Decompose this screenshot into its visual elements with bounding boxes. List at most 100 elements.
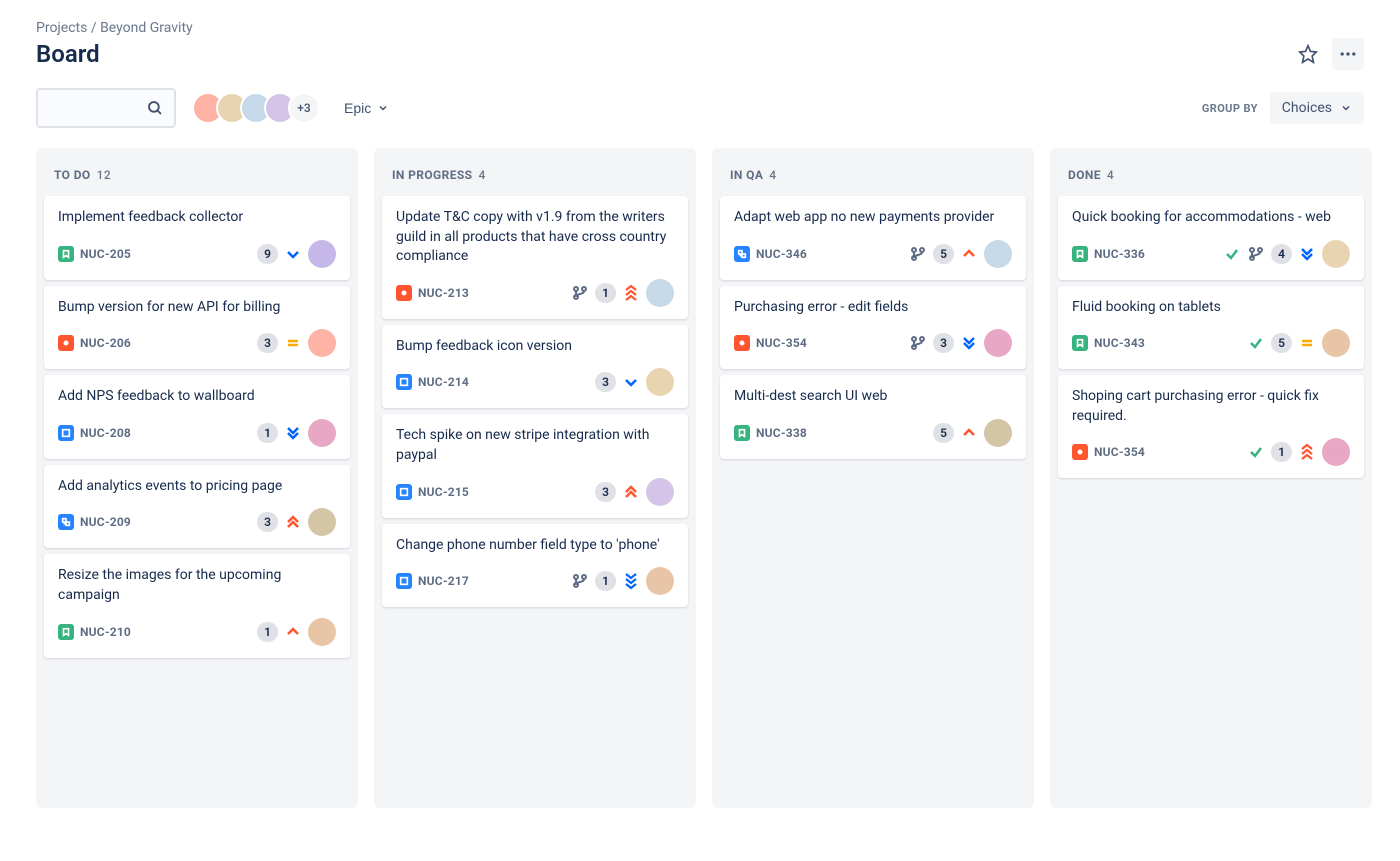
issue-card[interactable]: Bump version for new API for billing NUC… <box>44 286 350 370</box>
assignee-avatar[interactable] <box>1322 329 1350 357</box>
assignee-avatar[interactable] <box>984 240 1012 268</box>
issue-card[interactable]: Implement feedback collector NUC-205 9 <box>44 196 350 280</box>
star-icon <box>1298 44 1318 64</box>
issue-card[interactable]: Adapt web app no new payments provider N… <box>720 196 1026 280</box>
issue-type-story-icon <box>1072 246 1088 262</box>
issue-type-task-icon <box>396 573 412 589</box>
assignee-avatar[interactable] <box>308 240 336 268</box>
board-column: DONE 4 Quick booking for accommodations -… <box>1050 148 1372 808</box>
branch-icon <box>1247 245 1265 263</box>
column-name: TO DO <box>54 168 91 182</box>
card-title: Add NPS feedback to wallboard <box>58 387 336 407</box>
assignee-avatar[interactable] <box>308 419 336 447</box>
card-title: Shoping cart purchasing error - quick fi… <box>1072 387 1350 426</box>
column-count: 4 <box>769 168 776 182</box>
issue-type-subtask-icon <box>734 246 750 262</box>
issue-card[interactable]: Purchasing error - edit fields NUC-354 3 <box>720 286 1026 370</box>
issue-key: NUC-214 <box>418 375 469 389</box>
column-count: 4 <box>1107 168 1114 182</box>
issue-card[interactable]: Bump feedback icon version NUC-214 3 <box>382 325 688 409</box>
issue-key: NUC-354 <box>1094 445 1145 459</box>
story-points-badge: 5 <box>933 423 954 443</box>
issue-type-task-icon <box>396 374 412 390</box>
issue-key: NUC-213 <box>418 286 469 300</box>
check-icon <box>1247 334 1265 352</box>
issue-type-task-icon <box>58 425 74 441</box>
issue-card[interactable]: Shoping cart purchasing error - quick fi… <box>1058 375 1364 478</box>
story-points-badge: 3 <box>595 372 616 392</box>
breadcrumb-root[interactable]: Projects <box>36 20 87 36</box>
issue-card[interactable]: Multi-dest search UI web NUC-338 5 <box>720 375 1026 459</box>
issue-card[interactable]: Add NPS feedback to wallboard NUC-208 1 <box>44 375 350 459</box>
more-button[interactable] <box>1332 38 1364 70</box>
priority-lowest-icon <box>622 572 640 590</box>
breadcrumb-project[interactable]: Beyond Gravity <box>100 20 193 36</box>
issue-card[interactable]: Change phone number field type to 'phone… <box>382 524 688 608</box>
story-points-badge: 4 <box>1271 244 1292 264</box>
star-button[interactable] <box>1292 38 1324 70</box>
priority-lowest-icon <box>1298 245 1316 263</box>
issue-card[interactable]: Resize the images for the upcoming campa… <box>44 554 350 657</box>
issue-card[interactable]: Update T&C copy with v1.9 from the write… <box>382 196 688 319</box>
story-points-badge: 3 <box>933 333 954 353</box>
priority-medium-icon <box>284 334 302 352</box>
assignee-avatar[interactable] <box>646 368 674 396</box>
search-input[interactable] <box>36 88 176 128</box>
issue-key: NUC-343 <box>1094 336 1145 350</box>
breadcrumb: Projects / Beyond Gravity <box>36 20 1364 36</box>
priority-medium-icon <box>284 623 302 641</box>
priority-lowest-icon <box>960 334 978 352</box>
priority-highest-icon <box>1298 443 1316 461</box>
assignee-avatar[interactable] <box>646 279 674 307</box>
card-title: Adapt web app no new payments provider <box>734 208 1012 228</box>
column-name: IN QA <box>730 168 763 182</box>
card-title: Multi-dest search UI web <box>734 387 1012 407</box>
issue-key: NUC-217 <box>418 574 469 588</box>
board-column: IN QA 4 Adapt web app no new payments pro… <box>712 148 1034 808</box>
issue-card[interactable]: Quick booking for accommodations - web N… <box>1058 196 1364 280</box>
assignee-avatar[interactable] <box>308 329 336 357</box>
priority-highest-icon <box>622 284 640 302</box>
story-points-badge: 3 <box>257 333 278 353</box>
more-icon <box>1338 44 1358 64</box>
card-title: Resize the images for the upcoming campa… <box>58 566 336 605</box>
assignee-avatar[interactable] <box>1322 438 1350 466</box>
kanban-board: TO DO12 Implement feedback collector NUC… <box>36 148 1364 808</box>
issue-card[interactable]: Add analytics events to pricing page NUC… <box>44 465 350 549</box>
card-title: Bump version for new API for billing <box>58 298 336 318</box>
issue-key: NUC-354 <box>756 336 807 350</box>
avatar-stack[interactable]: +3 <box>192 92 320 124</box>
column-header: TO DO12 <box>44 160 350 196</box>
assignee-avatar[interactable] <box>1322 240 1350 268</box>
assignee-avatar[interactable] <box>308 618 336 646</box>
issue-card[interactable]: Fluid booking on tablets NUC-343 5 <box>1058 286 1364 370</box>
avatar-overflow[interactable]: +3 <box>288 92 320 124</box>
card-title: Purchasing error - edit fields <box>734 298 1012 318</box>
epic-filter[interactable]: Epic <box>336 92 397 124</box>
issue-key: NUC-210 <box>80 625 131 639</box>
column-name: DONE <box>1068 168 1101 182</box>
issue-key: NUC-346 <box>756 247 807 261</box>
issue-type-bug-icon <box>1072 444 1088 460</box>
priority-high-icon <box>284 513 302 531</box>
assignee-avatar[interactable] <box>984 329 1012 357</box>
story-points-badge: 1 <box>595 283 616 303</box>
group-by-select[interactable]: Choices <box>1270 92 1364 124</box>
priority-medium-icon <box>960 245 978 263</box>
assignee-avatar[interactable] <box>646 478 674 506</box>
branch-icon <box>571 572 589 590</box>
assignee-avatar[interactable] <box>308 508 336 536</box>
story-points-badge: 1 <box>257 622 278 642</box>
issue-type-bug-icon <box>734 335 750 351</box>
issue-card[interactable]: Tech spike on new stripe integration wit… <box>382 414 688 517</box>
chevron-down-icon <box>377 102 389 114</box>
priority-high-icon <box>622 483 640 501</box>
card-title: Quick booking for accommodations - web <box>1072 208 1350 228</box>
assignee-avatar[interactable] <box>646 567 674 595</box>
priority-medium-icon <box>1298 334 1316 352</box>
assignee-avatar[interactable] <box>984 419 1012 447</box>
search-icon <box>146 99 164 117</box>
issue-type-bug-icon <box>396 285 412 301</box>
board-column: IN PROGRESS4 Update T&C copy with v1.9 f… <box>374 148 696 808</box>
issue-key: NUC-208 <box>80 426 131 440</box>
